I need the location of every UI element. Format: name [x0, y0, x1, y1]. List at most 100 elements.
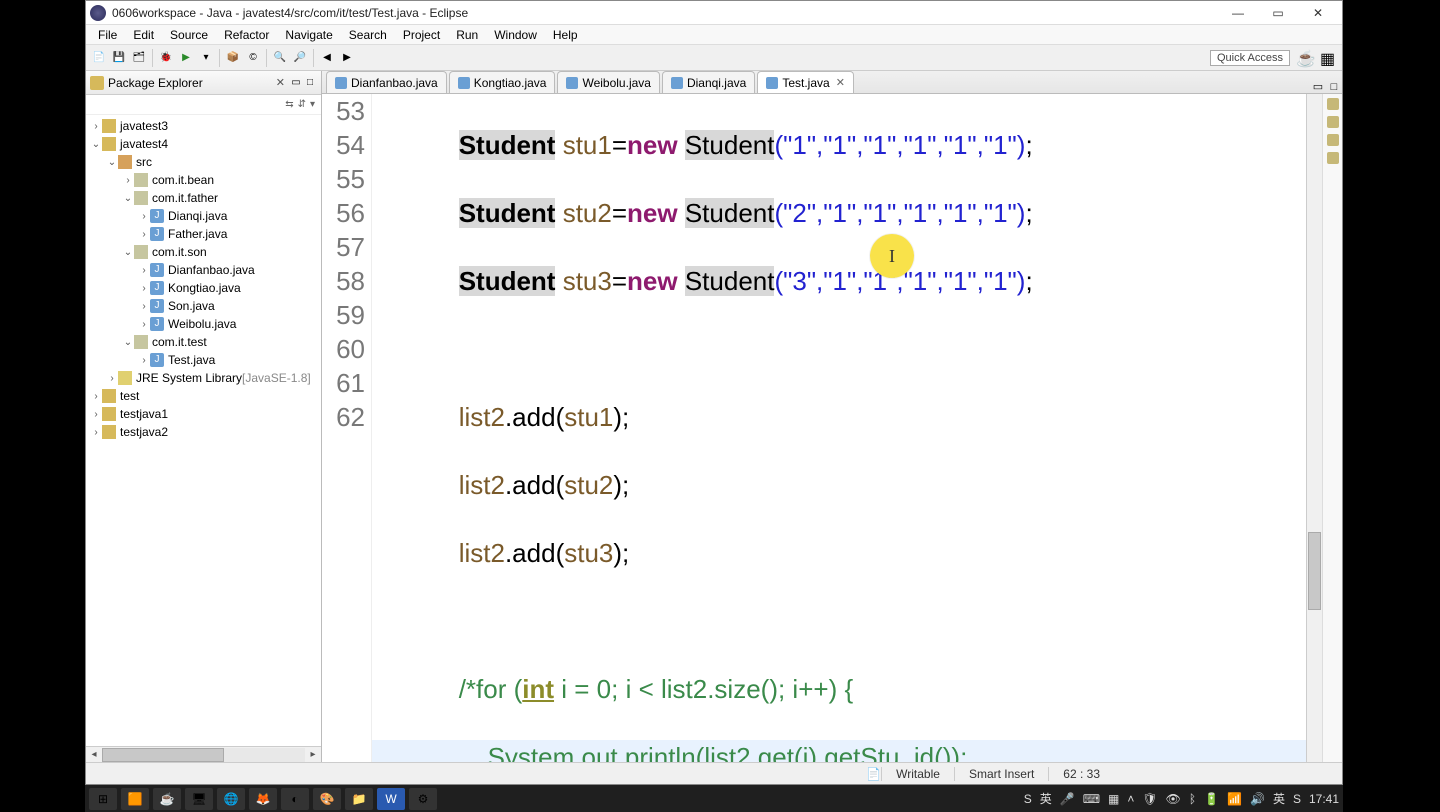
editor-minimize-button[interactable]: ▭	[1310, 80, 1326, 93]
tray-clock[interactable]: 17:41	[1309, 792, 1339, 806]
package-test[interactable]: com.it.test	[152, 335, 207, 349]
outline-icon[interactable]	[1327, 116, 1339, 128]
task-eclipse[interactable]: ⚙	[409, 788, 437, 810]
outline-icon[interactable]	[1327, 98, 1339, 110]
menu-project[interactable]: Project	[395, 28, 448, 42]
code-content[interactable]: Student stu1=new Student("1","1","1","1"…	[372, 94, 1306, 762]
forward-button[interactable]: ▶	[338, 49, 356, 67]
tray-keyboard-icon[interactable]: ⌨	[1083, 792, 1100, 806]
file-test[interactable]: Test.java	[168, 353, 215, 367]
minimize-button[interactable]: —	[1218, 1, 1258, 25]
window-titlebar[interactable]: 0606workspace - Java - javatest4/src/com…	[86, 1, 1342, 25]
new-package-button[interactable]: 📦	[224, 49, 242, 67]
package-tree[interactable]: ›javatest3 ⌄javatest4 ⌄src ›com.it.bean …	[86, 115, 321, 746]
save-all-button[interactable]: 🗂	[130, 49, 148, 67]
task-explorer[interactable]: 📁	[345, 788, 373, 810]
project-testjava1[interactable]: testjava1	[120, 407, 168, 421]
menu-search[interactable]: Search	[341, 28, 395, 42]
tray-mic-icon[interactable]: 🎤	[1060, 792, 1075, 806]
vscroll-thumb[interactable]	[1308, 532, 1321, 610]
package-bean[interactable]: com.it.bean	[152, 173, 214, 187]
project-javatest4[interactable]: javatest4	[120, 137, 168, 151]
outline-icon[interactable]	[1327, 152, 1339, 164]
code-editor[interactable]: 53 54 55 56 57 58 59 60 61 62 Studen	[322, 94, 1322, 762]
scroll-left-button[interactable]: ◂	[86, 749, 102, 760]
tab-test[interactable]: Test.java✕	[757, 71, 854, 93]
hscroll-thumb[interactable]	[102, 748, 224, 762]
outline-icon[interactable]	[1327, 134, 1339, 146]
folder-src[interactable]: src	[136, 155, 152, 169]
run-button[interactable]: ▶	[177, 49, 195, 67]
tray-ime[interactable]: 英	[1040, 790, 1052, 807]
tab-dianfanbao[interactable]: Dianfanbao.java	[326, 71, 447, 93]
scroll-right-button[interactable]: ▸	[305, 749, 321, 760]
tray-ime-icon[interactable]: S	[1024, 792, 1032, 806]
project-javatest3[interactable]: javatest3	[120, 119, 168, 133]
maximize-view-button[interactable]: □	[303, 77, 317, 88]
task-app-5[interactable]: 🎨	[313, 788, 341, 810]
menu-file[interactable]: File	[90, 28, 125, 42]
editor-maximize-button[interactable]: □	[1326, 81, 1342, 93]
tab-kongtiao[interactable]: Kongtiao.java	[449, 71, 556, 93]
package-explorer-hscroll[interactable]: ◂ ▸	[86, 746, 321, 762]
menu-run[interactable]: Run	[448, 28, 486, 42]
minimize-view-button[interactable]: ▭	[289, 77, 303, 88]
save-button[interactable]: 💾	[110, 49, 128, 67]
new-button[interactable]: 📄	[90, 49, 108, 67]
search-button[interactable]: 🔎	[291, 49, 309, 67]
menu-refactor[interactable]: Refactor	[216, 28, 277, 42]
tab-weibolu[interactable]: Weibolu.java	[557, 71, 659, 93]
task-app-4[interactable]: ◐	[281, 788, 309, 810]
package-explorer-tab[interactable]: Package Explorer ✕ ▭ □	[86, 71, 321, 95]
menu-help[interactable]: Help	[545, 28, 586, 42]
menu-window[interactable]: Window	[486, 28, 545, 42]
editor-vscroll[interactable]	[1306, 94, 1322, 762]
start-button[interactable]: ⊞	[89, 788, 117, 810]
menu-edit[interactable]: Edit	[125, 28, 162, 42]
menu-navigate[interactable]: Navigate	[277, 28, 340, 42]
tray-ime-s-icon[interactable]: S	[1293, 792, 1301, 806]
tray-chevron-icon[interactable]: ˄	[1127, 792, 1134, 806]
run-config-button[interactable]: ▾	[197, 49, 215, 67]
close-view-button[interactable]: ✕	[272, 76, 289, 89]
project-testjava2[interactable]: testjava2	[120, 425, 168, 439]
close-tab-button[interactable]: ✕	[836, 76, 845, 89]
menu-source[interactable]: Source	[162, 28, 216, 42]
open-type-button[interactable]: 🔍	[271, 49, 289, 67]
package-father[interactable]: com.it.father	[152, 191, 218, 205]
back-button[interactable]: ◀	[318, 49, 336, 67]
windows-taskbar[interactable]: ⊞ 🟧 ☕ 🖥 🌐 🦊 ◐ 🎨 📁 W ⚙ S 英 🎤 ⌨ ▦ ˄ 🛡 👁 ᛒ …	[85, 785, 1343, 812]
task-app-1[interactable]: 🟧	[121, 788, 149, 810]
collapse-all-button[interactable]: ⇆	[285, 99, 293, 110]
file-dianqi[interactable]: Dianqi.java	[168, 209, 227, 223]
open-perspective-button[interactable]: ▦	[1320, 49, 1338, 67]
task-word[interactable]: W	[377, 788, 405, 810]
quick-access-input[interactable]: Quick Access	[1210, 50, 1290, 66]
tray-battery-icon[interactable]: 🔋	[1204, 792, 1219, 806]
link-editor-button[interactable]: ⇵	[298, 99, 306, 110]
task-app-3[interactable]: 🖥	[185, 788, 213, 810]
file-son[interactable]: Son.java	[168, 299, 215, 313]
file-weibolu[interactable]: Weibolu.java	[168, 317, 236, 331]
close-button[interactable]: ✕	[1298, 1, 1338, 25]
debug-button[interactable]: 🐞	[157, 49, 175, 67]
jre-library[interactable]: JRE System Library	[136, 371, 242, 385]
tray-grid-icon[interactable]: ▦	[1108, 792, 1119, 806]
java-perspective-button[interactable]: ☕	[1296, 49, 1314, 67]
project-test[interactable]: test	[120, 389, 139, 403]
system-tray[interactable]: S 英 🎤 ⌨ ▦ ˄ 🛡 👁 ᛒ 🔋 📶 🔊 英 S 17:41	[1024, 790, 1339, 807]
tray-shield-icon[interactable]: 🛡	[1142, 792, 1157, 806]
tray-bluetooth-icon[interactable]: ᛒ	[1189, 792, 1196, 806]
view-menu-button[interactable]: ▾	[310, 99, 315, 110]
tray-wifi-icon[interactable]: 📶	[1227, 792, 1242, 806]
file-dianfanbao[interactable]: Dianfanbao.java	[168, 263, 255, 277]
file-father[interactable]: Father.java	[168, 227, 227, 241]
tray-gpu-icon[interactable]: 👁	[1166, 792, 1181, 806]
task-app-2[interactable]: ☕	[153, 788, 181, 810]
tray-lang[interactable]: 英	[1273, 790, 1285, 807]
tab-dianqi[interactable]: Dianqi.java	[662, 71, 755, 93]
file-kongtiao[interactable]: Kongtiao.java	[168, 281, 241, 295]
maximize-button[interactable]: ▭	[1258, 1, 1298, 25]
package-son[interactable]: com.it.son	[152, 245, 207, 259]
tray-volume-icon[interactable]: 🔊	[1250, 792, 1265, 806]
